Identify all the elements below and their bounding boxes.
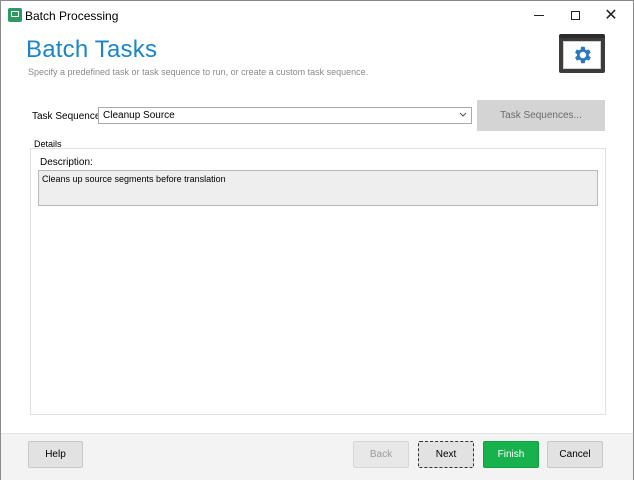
window-title: Batch Processing bbox=[25, 9, 119, 23]
minimize-icon bbox=[534, 14, 544, 16]
cancel-button[interactable]: Cancel bbox=[547, 441, 603, 468]
finish-button[interactable]: Finish bbox=[483, 441, 539, 468]
description-text: Cleans up source segments before transla… bbox=[42, 174, 226, 184]
maximize-icon bbox=[570, 10, 580, 20]
next-button[interactable]: Next bbox=[418, 441, 474, 468]
app-icon bbox=[8, 8, 22, 22]
task-sequence-selected: Cleanup Source bbox=[103, 110, 175, 121]
task-sequences-button[interactable]: Task Sequences... bbox=[477, 100, 605, 131]
task-sequence-label: Task Sequence: bbox=[32, 111, 104, 122]
close-button[interactable]: ✕ bbox=[593, 1, 629, 29]
gear-icon bbox=[575, 46, 591, 64]
description-field[interactable]: Cleans up source segments before transla… bbox=[38, 170, 598, 206]
maximize-button[interactable] bbox=[557, 1, 593, 29]
batch-tasks-badge bbox=[559, 34, 605, 73]
batch-processing-window: Batch Processing ✕ Batch Tasks Specify a… bbox=[0, 0, 634, 480]
minimize-button[interactable] bbox=[521, 1, 557, 29]
page-title: Batch Tasks bbox=[26, 36, 158, 63]
details-group-label: Details bbox=[34, 139, 62, 149]
back-button[interactable]: Back bbox=[353, 441, 409, 468]
help-button[interactable]: Help bbox=[28, 441, 83, 468]
close-icon: ✕ bbox=[604, 5, 618, 24]
title-bar[interactable]: Batch Processing ✕ bbox=[1, 1, 633, 29]
chevron-down-icon bbox=[459, 112, 467, 117]
description-label: Description: bbox=[40, 157, 93, 168]
page-subtitle: Specify a predefined task or task sequen… bbox=[28, 67, 369, 77]
task-sequence-dropdown[interactable]: Cleanup Source bbox=[98, 107, 472, 124]
